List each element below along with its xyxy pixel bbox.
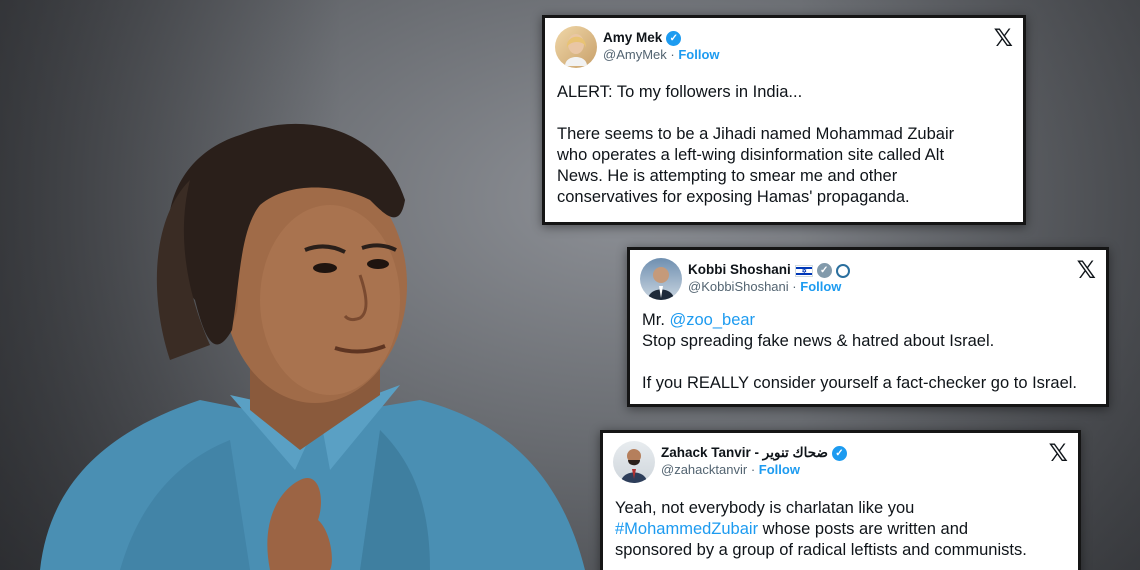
israel-flag-icon: ✡	[794, 264, 813, 277]
verified-badge-icon: ✓	[666, 31, 682, 47]
x-logo-icon[interactable]: 𝕏	[1049, 439, 1068, 467]
tweet-line: Mr. @zoo_bear	[642, 310, 1098, 331]
avatar[interactable]	[640, 258, 682, 300]
separator: ·	[792, 279, 797, 295]
tweet-line: sponsored by a group of radical leftists…	[615, 541, 1027, 559]
tweet-card-amy-mek[interactable]: Amy Mek ✓ @AmyMek · Follow 𝕏 ALERT: To m…	[542, 15, 1026, 225]
display-name[interactable]: Kobbi Shoshani	[688, 262, 791, 279]
verified-badge-icon: ✓	[816, 263, 832, 279]
follow-button[interactable]: Follow	[759, 462, 800, 477]
handle[interactable]: @AmyMek	[603, 47, 667, 62]
tweet-card-kobbi-shoshani[interactable]: Kobbi Shoshani ✡ ✓ @KobbiShoshani · Foll…	[627, 247, 1109, 407]
mention-link[interactable]: @zoo_bear	[670, 311, 756, 329]
tweet-header: Kobbi Shoshani ✡ ✓ @KobbiShoshani · Foll…	[640, 258, 854, 300]
tweet-line: Stop spreading fake news & hatred about …	[642, 332, 995, 350]
tweet-line: Yeah, not everybody is charlatan like yo…	[615, 499, 915, 517]
tweet-line: who operates a left-wing disinformation …	[557, 146, 945, 164]
tweet-line: ALERT: To my followers in India...	[557, 83, 803, 101]
display-name[interactable]: Zahack Tanvir - ضحاك تنوير	[661, 445, 828, 462]
tweet-header: Zahack Tanvir - ضحاك تنوير ✓ @zahacktanv…	[613, 441, 851, 483]
tweet-line: There seems to be a Jihadi named Mohamma…	[557, 125, 955, 143]
tweet-text: ALERT: To my followers in India... There…	[557, 82, 1015, 208]
x-logo-icon[interactable]: 𝕏	[994, 24, 1013, 52]
display-name[interactable]: Amy Mek	[603, 30, 662, 47]
tweet-line: #MohammedZubair whose posts are written …	[615, 519, 1070, 540]
tweet-line: News. He is attempting to smear me and o…	[557, 167, 898, 185]
mention-prefix: Mr.	[642, 311, 670, 329]
avatar[interactable]	[555, 26, 597, 68]
hashtag-link[interactable]: #MohammedZubair	[615, 520, 758, 538]
person-photo	[40, 123, 585, 570]
separator: ·	[750, 462, 756, 478]
handle[interactable]: @KobbiShoshani	[688, 279, 789, 294]
tweet-text: Mr. @zoo_bear Stop spreading fake news &…	[642, 310, 1098, 394]
tweet-text: Yeah, not everybody is charlatan like yo…	[615, 498, 1070, 561]
follow-button[interactable]: Follow	[678, 47, 719, 62]
avatar[interactable]	[613, 441, 655, 483]
tweet-line-rest: whose posts are written and	[758, 520, 969, 538]
tweet-line: If you REALLY consider yourself a fact-c…	[642, 374, 1078, 392]
handle[interactable]: @zahacktanvir	[661, 462, 747, 477]
separator: ·	[670, 47, 675, 63]
affiliation-badge-icon	[835, 263, 850, 278]
tweet-card-zahack-tanvir[interactable]: Zahack Tanvir - ضحاك تنوير ✓ @zahacktanv…	[600, 430, 1081, 570]
tweet-line: conservatives for exposing Hamas' propag…	[557, 188, 910, 206]
x-logo-icon[interactable]: 𝕏	[1077, 256, 1096, 284]
follow-button[interactable]: Follow	[800, 279, 841, 294]
tweet-header: Amy Mek ✓ @AmyMek · Follow	[555, 26, 720, 68]
verified-badge-icon: ✓	[831, 446, 847, 462]
